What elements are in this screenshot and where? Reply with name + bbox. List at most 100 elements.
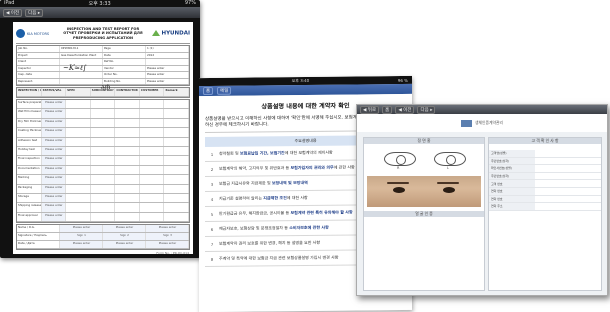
home-button[interactable]: 홈 (382, 105, 393, 114)
row-text-pre: 만기환급금 유무, 해지환급금, 공시이율 등 (219, 210, 291, 216)
empty-cell (115, 212, 140, 222)
empty-cell (115, 203, 140, 212)
empty-cell (164, 109, 190, 118)
home-button[interactable]: 홈 (203, 86, 214, 96)
signature-cell[interactable]: Please enter (103, 225, 146, 233)
row-number: 1 (210, 151, 214, 157)
signature-cell[interactable]: Please enter (103, 241, 146, 249)
row-text-bold: 보험가입자의 권리와 의무 (290, 164, 334, 171)
customer-field-row: 확인서번호(성별) (489, 165, 601, 173)
checkpoint-row: Adhesion test Please enter (17, 137, 190, 147)
status-field[interactable]: Please enter (41, 184, 67, 193)
status-field[interactable]: Please enter (41, 137, 67, 146)
status-field[interactable]: Please enter (41, 212, 67, 222)
row-text-bold: 지급제한 조건 (263, 195, 287, 201)
check-header-cell: CUSTOMER (140, 88, 165, 96)
status-field[interactable]: Please enter (41, 203, 67, 212)
field-label: 연락 주소 (489, 203, 535, 210)
signature-cell[interactable]: Sign 2 (103, 233, 146, 241)
mail-button[interactable]: 메일 (217, 86, 232, 95)
logo-icon (16, 29, 25, 38)
status-field[interactable]: Please enter (41, 128, 67, 137)
row-text-bold: 보험료납입 기간, 보험기간 (239, 150, 285, 156)
empty-cell (140, 118, 165, 128)
info-cell: Ref No. (103, 59, 146, 65)
prev-button[interactable]: ◀ 이전 (3, 8, 23, 17)
signature-cell[interactable]: Please enter (146, 241, 189, 249)
customer-field-row: 연락 번호 (489, 195, 601, 204)
status-field[interactable]: Please enter (41, 109, 67, 118)
empty-cell (115, 165, 140, 175)
empty-cell (91, 100, 116, 109)
signature-cell: Date / Дата (17, 241, 60, 249)
info-grid: Job No. 0P1M00-M-1 Page 1 (1) Project Gas Des… (16, 45, 190, 86)
status-field[interactable]: Please enter (41, 146, 67, 156)
check-header-cell: INSPECTION / CHECK POINT (17, 88, 42, 96)
checkpoint-label: Marking (17, 175, 42, 184)
empty-cell (164, 203, 190, 212)
status-field[interactable]: Please enter (41, 175, 67, 184)
check-header-cell: SPEC (66, 88, 91, 96)
field-label: 고객 번호 (489, 180, 535, 187)
status-field[interactable]: Please enter (41, 100, 67, 109)
empty-cell (91, 137, 116, 146)
empty-cell (164, 100, 190, 109)
customer-field-row: 연락 주소 (489, 203, 601, 211)
checkpoint-row: Final inspection Please enter (17, 156, 190, 166)
empty-cell (164, 128, 190, 137)
empty-cell (91, 175, 116, 184)
status-field[interactable]: Please enter (41, 156, 67, 165)
next-button[interactable]: 다음 ▸ (417, 105, 436, 114)
empty-cell (140, 146, 165, 156)
empty-cell (115, 118, 140, 128)
field-label: 확인서번호(성별) (489, 165, 535, 172)
empty-cell (66, 137, 91, 146)
empty-cell (66, 156, 91, 165)
checkpoint-label: Documentation (17, 165, 42, 175)
eye-label-l: L (447, 166, 449, 170)
empty-cell (66, 100, 91, 109)
signature-cell[interactable]: Please enter (60, 241, 103, 249)
empty-cell (115, 137, 140, 146)
customer-field-row: 연락 번호 (489, 187, 601, 196)
checkpoint-label: Final inspection (17, 156, 42, 165)
status-field[interactable]: Please enter (41, 165, 67, 175)
back-button[interactable]: ◀ 뒤로 (360, 105, 380, 114)
info-cell (146, 59, 189, 65)
field-label: 고객명(성별) (489, 150, 535, 157)
status-field[interactable]: Please enter (41, 118, 67, 128)
face-auth-title: 얼 굴 인 증 (364, 211, 484, 217)
signature-cell[interactable]: Sign 3 (146, 233, 189, 241)
right-eye-diagram (384, 152, 416, 166)
checkpoint-row: Surface preparationPlease enter (17, 100, 190, 110)
row-number: 6 (210, 226, 214, 232)
empty-cell (140, 137, 165, 146)
row-text-pre: 지급기준 설명하여 알리는 (219, 195, 264, 201)
next-button[interactable]: 다음 ▸ (25, 8, 44, 17)
info-cell: Client (17, 59, 60, 65)
checkpoint-label: Final approval (17, 212, 42, 222)
signature-cell[interactable]: Please enter (60, 225, 103, 233)
row-text-bold: 소비자보호에 관한 사항 (289, 224, 329, 231)
hyundai-logo: HYUNDAI (150, 30, 190, 37)
row-text-post: 에 대한 사항 (286, 194, 308, 201)
row-number: 7 (210, 241, 214, 247)
empty-cell (66, 175, 91, 184)
signature-cell[interactable]: Sign 1 (60, 233, 103, 241)
customer-field-row: 고객 번호 (489, 180, 601, 188)
empty-cell (140, 175, 165, 184)
status-field[interactable]: Please enter (41, 193, 67, 203)
checkpoint-row: Packaging Please enter (17, 184, 190, 194)
document-header: KIA MOTORS INSPECTION AND TEST REPORT FO… (16, 24, 190, 44)
prev-button[interactable]: ◀ 이전 (395, 105, 415, 114)
info-cell: 2012 (146, 52, 189, 58)
checkpoint-label: Wet film measurement (17, 109, 42, 118)
empty-cell (91, 193, 116, 203)
clock: 오후 3:33 (88, 1, 111, 7)
empty-cell (66, 118, 91, 128)
tablet-biometric-verification: ◀ 뒤로 홈 ◀ 이전 다음 ▸ 생체인증계약관리 정 면 홍 R L 얼 굴 … (356, 104, 608, 296)
empty-cell (140, 165, 165, 175)
checkpoint-label: Adhesion test (17, 137, 42, 146)
row-text-pre: 보험금 지급사유와 지급제한 및 (219, 180, 272, 186)
signature-cell[interactable]: Please enter (146, 225, 189, 233)
